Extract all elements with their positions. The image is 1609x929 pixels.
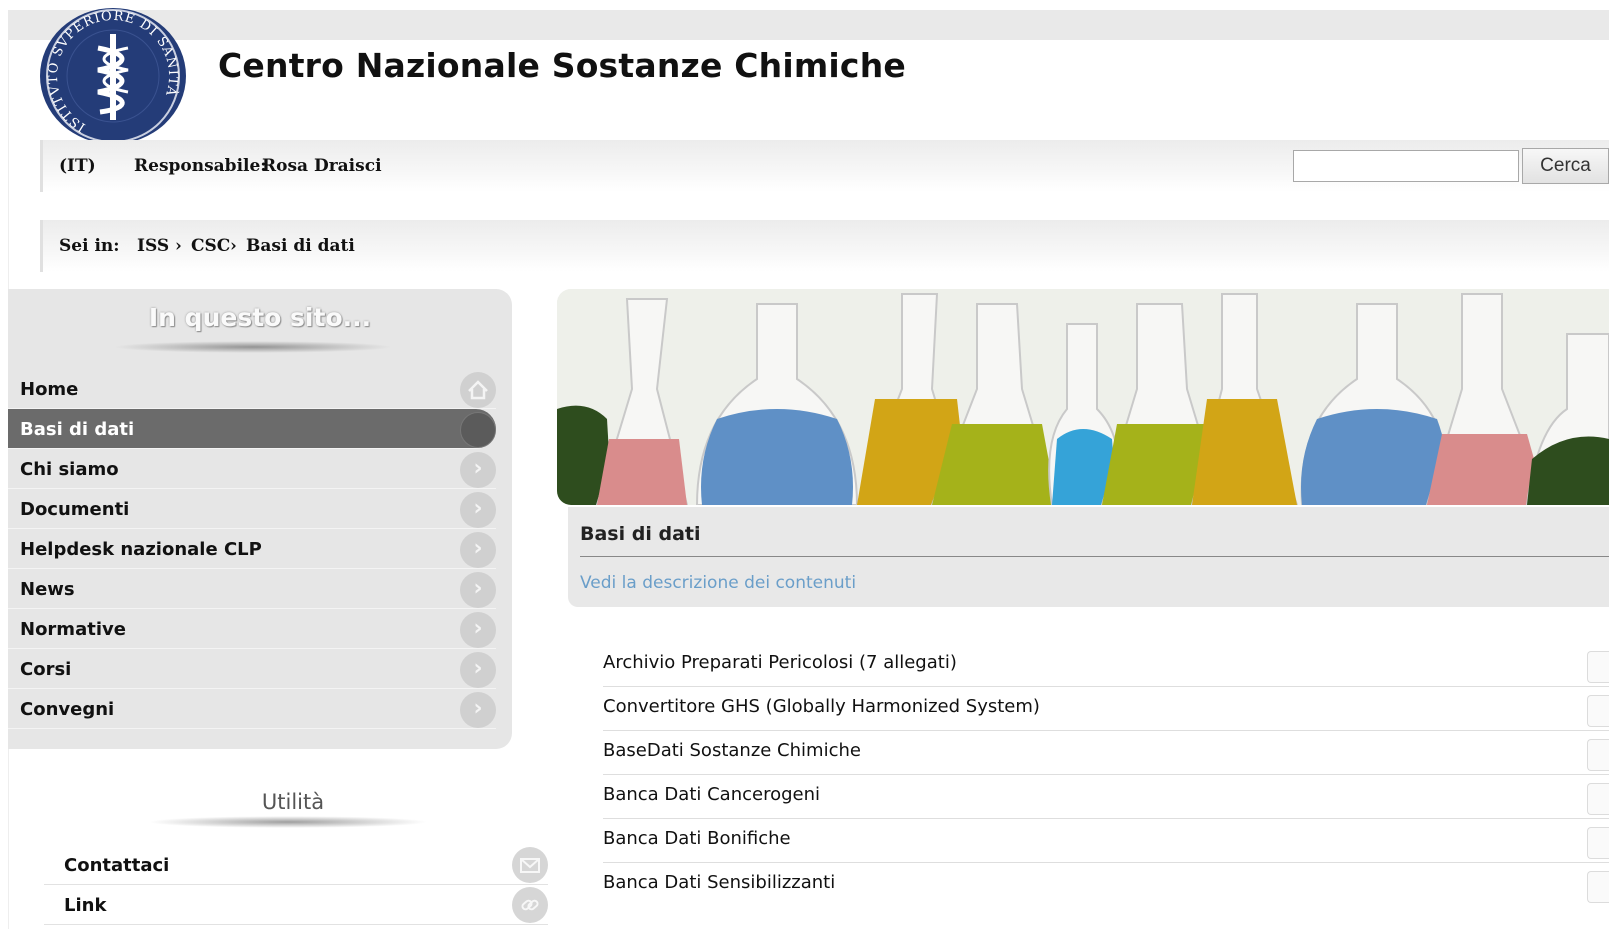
link-icon	[512, 887, 548, 923]
sidebar-item-helpdesk[interactable]: Helpdesk nazionale CLP ›	[8, 529, 496, 569]
top-band	[8, 10, 1609, 40]
item-action-tab[interactable]	[1587, 871, 1609, 903]
mail-icon	[512, 847, 548, 883]
title-divider	[580, 556, 1609, 557]
sidebar-item-corsi[interactable]: Corsi ›	[8, 649, 496, 689]
sidebar-heading: In questo sito...	[148, 303, 372, 332]
breadcrumb-csc[interactable]: CSC	[191, 236, 230, 256]
list-item[interactable]: Banca Dati Bonifiche	[603, 819, 1609, 863]
item-action-tab[interactable]	[1587, 783, 1609, 815]
item-action-tab[interactable]	[1587, 695, 1609, 727]
breadcrumb-separator: ›	[175, 236, 182, 256]
breadcrumb-iss[interactable]: ISS	[137, 236, 169, 256]
heading-shadow	[148, 816, 428, 828]
description-link[interactable]: Vedi la descrizione dei contenuti	[580, 573, 856, 593]
list-item[interactable]: Convertitore GHS (Globally Harmonized Sy…	[603, 687, 1609, 731]
utility-list: Contattaci Link	[44, 845, 548, 925]
header-banner-image	[557, 289, 1609, 505]
heading-shadow	[113, 341, 393, 353]
chevron-right-icon: ›	[460, 532, 496, 568]
list-item-label: Banca Dati Sensibilizzanti	[603, 872, 836, 893]
list-item-label: Banca Dati Cancerogeni	[603, 784, 821, 805]
list-item-label: BaseDati Sostanze Chimiche	[603, 740, 861, 761]
breadcrumb: Sei in: ISS › CSC › Basi di dati	[40, 220, 1609, 272]
sidebar-item-label: Documenti	[20, 499, 130, 520]
sidebar-item-label: Helpdesk nazionale CLP	[20, 539, 262, 560]
breadcrumb-current: Basi di dati	[246, 236, 355, 256]
chevron-right-icon: ›	[460, 692, 496, 728]
responsabile-link[interactable]: Rosa Draisci	[262, 156, 382, 176]
sidebar-item-label: Basi di dati	[20, 419, 135, 440]
circle-icon	[460, 412, 496, 448]
utility-item-contattaci[interactable]: Contattaci	[44, 845, 548, 885]
list-item-label: Archivio Preparati Pericolosi (7 allegat…	[603, 652, 957, 673]
item-action-tab[interactable]	[1587, 827, 1609, 859]
sidebar-item-label: Corsi	[20, 659, 72, 680]
utility-item-label: Contattaci	[64, 855, 170, 876]
sidebar-item-label: Home	[20, 379, 79, 400]
utility-item-link[interactable]: Link	[44, 885, 548, 925]
item-action-tab[interactable]	[1587, 739, 1609, 771]
iss-logo[interactable]: ISTITVTO SVPERIORE DI SANITÀ	[40, 8, 186, 144]
home-icon	[460, 372, 496, 408]
list-item-label: Convertitore GHS (Globally Harmonized Sy…	[603, 696, 1040, 717]
language-indicator[interactable]: (IT)	[59, 156, 96, 176]
content-header: Basi di dati Vedi la descrizione dei con…	[568, 507, 1609, 607]
sidebar-item-normative[interactable]: Normative ›	[8, 609, 496, 649]
list-item-label: Banca Dati Bonifiche	[603, 828, 791, 849]
sidebar-item-label: Convegni	[20, 699, 115, 720]
chevron-right-icon: ›	[460, 572, 496, 608]
caduceus-icon: ISTITVTO SVPERIORE DI SANITÀ	[46, 9, 180, 143]
chevron-right-icon: ›	[460, 492, 496, 528]
sidebar-item-basi-di-dati[interactable]: Basi di dati	[8, 409, 496, 449]
sidebar-item-news[interactable]: News ›	[8, 569, 496, 609]
chevron-right-icon: ›	[460, 612, 496, 648]
sidebar-list: Home Basi di dati Chi siamo › Documenti …	[8, 369, 496, 729]
sidebar-nav: In questo sito... Home Basi di dati Chi …	[8, 289, 512, 749]
chevron-right-icon: ›	[460, 652, 496, 688]
list-item[interactable]: Banca Dati Cancerogeni	[603, 775, 1609, 819]
sidebar-item-label: News	[20, 579, 75, 600]
sidebar-item-label: Normative	[20, 619, 126, 640]
breadcrumb-label: Sei in:	[59, 236, 120, 256]
utility-heading: Utilità	[261, 790, 325, 814]
sidebar-item-home[interactable]: Home	[8, 369, 496, 409]
database-list: Archivio Preparati Pericolosi (7 allegat…	[603, 643, 1609, 907]
search-button[interactable]: Cerca	[1522, 148, 1609, 184]
sidebar-item-label: Chi siamo	[20, 459, 119, 480]
list-item[interactable]: Banca Dati Sensibilizzanti	[603, 863, 1609, 907]
page-title: Basi di dati	[580, 523, 701, 545]
sidebar-item-documenti[interactable]: Documenti ›	[8, 489, 496, 529]
sidebar-item-convegni[interactable]: Convegni ›	[8, 689, 496, 729]
site-title: Centro Nazionale Sostanze Chimiche	[218, 46, 906, 85]
responsabile-label: Responsabile:	[134, 156, 267, 176]
search-input[interactable]	[1293, 150, 1519, 182]
breadcrumb-separator: ›	[230, 236, 237, 256]
utility-item-label: Link	[64, 895, 107, 916]
list-item[interactable]: Archivio Preparati Pericolosi (7 allegat…	[603, 643, 1609, 687]
item-action-tab[interactable]	[1587, 651, 1609, 683]
chevron-right-icon: ›	[460, 452, 496, 488]
sidebar-item-chi-siamo[interactable]: Chi siamo ›	[8, 449, 496, 489]
list-item[interactable]: BaseDati Sostanze Chimiche	[603, 731, 1609, 775]
